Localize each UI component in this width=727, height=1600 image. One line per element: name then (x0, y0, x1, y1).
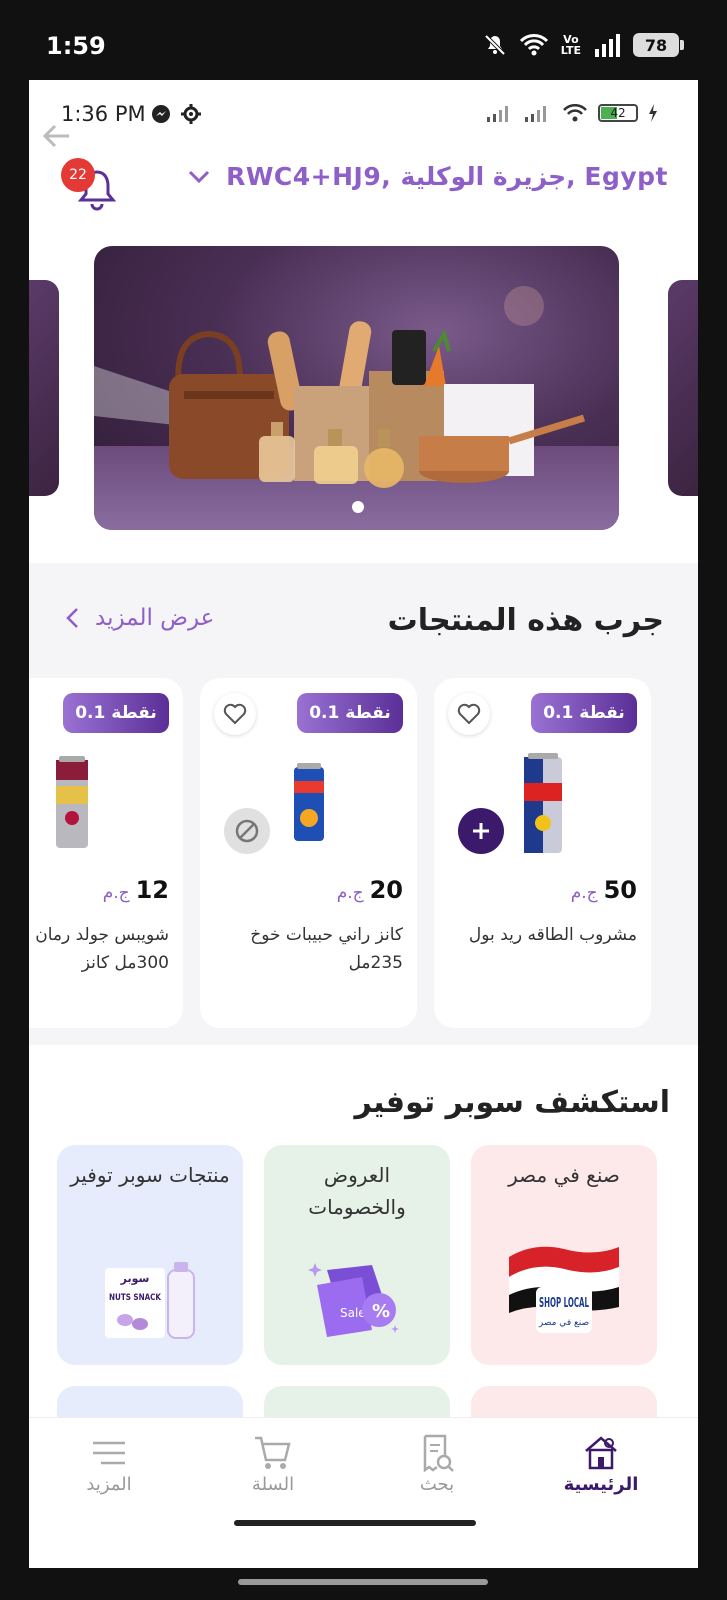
nav-label: المزيد (86, 1474, 132, 1495)
product-image (293, 763, 324, 841)
search-receipt-icon (423, 1434, 454, 1473)
nav-label: الرئيسية (563, 1474, 639, 1495)
product-card[interactable]: 0.1 نقطة 50 ج.م مشروب الطاقه ريد بول (434, 678, 651, 1028)
gesture-bar[interactable] (234, 1520, 476, 1526)
product-price: 50 ج.م (570, 876, 637, 904)
app-screen: 1:36 PM 42 22 RWC4+HJ9, جزيرة الوكلية, E… (29, 80, 698, 1568)
tile-label: صنع في مصر (508, 1163, 620, 1187)
promo-banner[interactable] (94, 246, 619, 530)
nav-more[interactable]: المزيد (49, 1432, 169, 1495)
product-image (523, 753, 562, 853)
discover-title: استكشف سوبر توفير (354, 1085, 670, 1120)
app-header: 22 RWC4+HJ9, جزيرة الوكلية, Egypt (29, 140, 698, 230)
points-badge: 0.1 نقطة (297, 693, 403, 733)
tile-label: العروض والخصومات (308, 1163, 406, 1219)
location-selector[interactable]: RWC4+HJ9, جزيرة الوكلية, Egypt (188, 162, 668, 191)
heart-icon (457, 703, 481, 725)
menu-icon (93, 1441, 125, 1465)
banner-prev-slide[interactable] (29, 280, 59, 496)
unavailable-button[interactable] (224, 808, 270, 854)
system-status-icons: Vo LTE 78 (483, 33, 684, 57)
system-gesture-bar[interactable] (238, 1579, 488, 1585)
svg-text:صنع في مصر: صنع في مصر (538, 1318, 589, 1328)
inner-battery-indicator: 42 (598, 104, 638, 122)
block-icon (235, 819, 259, 843)
snack-products-illustration: سوبر NUTS SNACK (100, 1260, 200, 1344)
messenger-icon (152, 105, 170, 123)
battery-indicator: 78 (633, 33, 684, 57)
signal-icon (487, 106, 508, 122)
see-more-link[interactable]: عرض المزيد (65, 605, 214, 631)
section-title: جرب هذه المنتجات (387, 603, 664, 638)
volte-indicator: Vo LTE (560, 33, 581, 57)
chevron-left-icon (66, 608, 78, 628)
product-price: 20 ج.م (336, 876, 403, 904)
nav-label: بحث (419, 1474, 455, 1495)
svg-text:SHOP LOCAL: SHOP LOCAL (539, 1296, 589, 1311)
signal-icon (525, 106, 546, 122)
home-icon (585, 1436, 617, 1470)
category-tile-made-in-egypt[interactable]: صنع في مصر SHOP LOCAL صنع في مصر (471, 1145, 657, 1365)
tile-label: منتجات سوبر توفير (70, 1163, 230, 1187)
system-clock: 1:59 (46, 32, 106, 60)
notification-badge: 22 (61, 158, 95, 192)
charging-icon (649, 104, 657, 122)
product-card[interactable]: 0.1 نقطة 20 ج.م كانز راني حبيبات خوخ 235… (200, 678, 417, 1028)
svg-text:سوبر: سوبر (120, 1272, 150, 1285)
inner-status-bar: 1:36 PM 42 (29, 80, 698, 138)
nav-home[interactable]: الرئيسية (541, 1432, 661, 1495)
points-badge: 0.1 نقطة (531, 693, 637, 733)
mute-bell-icon (484, 34, 506, 56)
product-card[interactable]: 0.1 نقطة 12 ج.م شويبس جولد رمان 300مل كا… (29, 678, 183, 1028)
svg-text:NUTS SNACK: NUTS SNACK (109, 1293, 162, 1303)
signal-icon (595, 34, 620, 57)
favorite-button[interactable] (448, 693, 490, 735)
heart-icon (223, 703, 247, 725)
bottom-navigation: الرئيسية بحث السلة المزيد (29, 1417, 698, 1568)
settings-gear-icon (181, 104, 201, 124)
product-name: شويبس جولد رمان 300مل كانز (35, 925, 169, 973)
cart-icon (255, 1436, 291, 1469)
system-status-bar: 1:59 Vo LTE 78 (0, 0, 727, 80)
add-to-cart-button[interactable] (458, 808, 504, 854)
wifi-icon (519, 34, 548, 56)
location-text: RWC4+HJ9, جزيرة الوكلية, Egypt (226, 162, 668, 191)
shopping-products-illustration (94, 286, 619, 530)
product-name: مشروب الطاقه ريد بول (468, 925, 637, 945)
sale-tags-illustration: Sale % (307, 1255, 407, 1349)
points-badge: 0.1 نقطة (63, 693, 169, 733)
shop-local-illustration: SHOP LOCAL صنع في مصر (504, 1237, 624, 1341)
plus-icon (473, 823, 489, 839)
nav-search[interactable]: بحث (377, 1432, 497, 1495)
nav-label: السلة (251, 1474, 295, 1495)
product-price: 12 ج.م (102, 876, 169, 904)
banner-next-slide[interactable] (668, 280, 698, 496)
carousel-indicator-dot (352, 501, 364, 513)
chevron-down-icon (189, 170, 210, 183)
category-tile-offers[interactable]: العروض والخصومات Sale % (264, 1145, 450, 1365)
product-name: كانز راني حبيبات خوخ 235مل (250, 925, 403, 973)
products-section: جرب هذه المنتجات عرض المزيد 0.1 نقطة 50 (29, 563, 698, 1045)
nav-cart[interactable]: السلة (213, 1432, 333, 1495)
svg-text:Sale: Sale (340, 1306, 366, 1320)
inner-notification-icons (151, 104, 201, 124)
favorite-button[interactable] (214, 693, 256, 735)
svg-text:%: % (372, 1301, 390, 1322)
wifi-icon (563, 104, 587, 122)
see-more-label: عرض المزيد (95, 605, 215, 631)
category-tile-super-tawfeer-products[interactable]: منتجات سوبر توفير سوبر NUTS SNACK (57, 1145, 243, 1365)
product-image (56, 756, 88, 848)
inner-status-icons: 42 (486, 104, 658, 122)
notifications-button[interactable]: 22 (61, 158, 121, 214)
